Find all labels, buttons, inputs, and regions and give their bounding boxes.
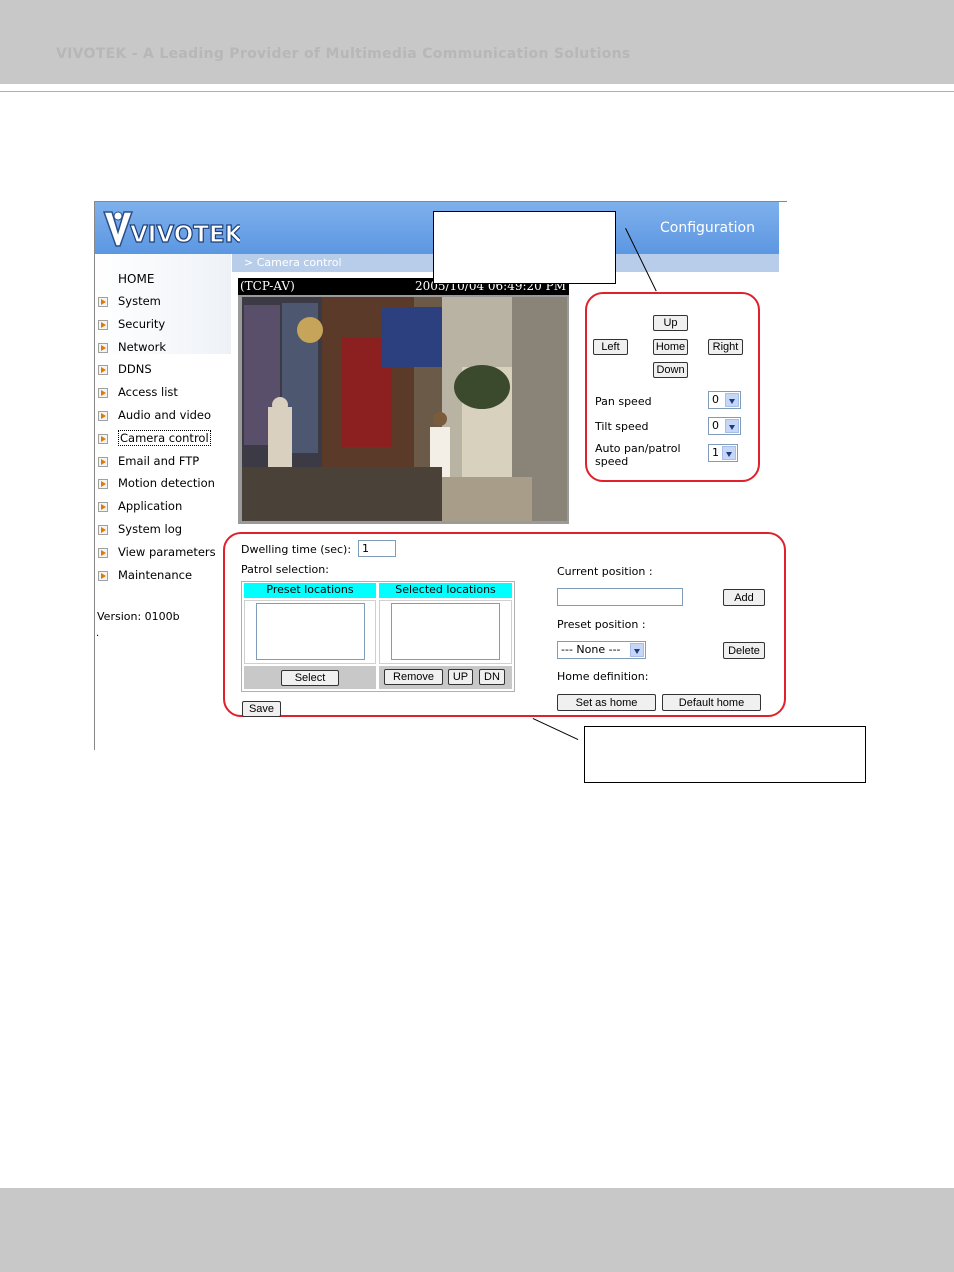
preset-locations-list[interactable] [256,603,365,660]
tilt-speed-select[interactable]: 0 [708,417,741,435]
annotation-callout-bottom [584,726,866,783]
tilt-down-button[interactable]: Down [653,362,688,378]
patrol-selection-label: Patrol selection: [241,563,329,576]
pan-speed-label: Pan speed [595,395,652,408]
remove-button[interactable]: Remove [384,669,443,685]
default-home-button[interactable]: Default home [662,694,761,711]
home-button[interactable]: Home [653,339,688,355]
arrow-right-icon [98,297,108,307]
pan-speed-value: 0 [712,393,719,406]
arrow-right-icon [98,365,108,376]
dwelling-time-label: Dwelling time (sec): [241,543,352,556]
arrow-right-icon [98,433,108,444]
arrow-right-icon [98,547,108,558]
delete-button[interactable]: Delete [723,642,765,659]
sidebar-item-label: Network [118,339,167,354]
chevron-down-icon [725,393,739,407]
sidebar-item-label: Audio and video [118,408,212,422]
tilt-speed-label: Tilt speed [595,420,649,433]
tilt-speed-value: 0 [712,419,719,432]
preset-position-label: Preset position : [557,618,646,631]
sidebar-dot: . [96,628,100,639]
tilt-up-button[interactable]: Up [653,315,688,331]
home-definition-label: Home definition: [557,670,649,683]
annotation-callout-top [433,211,616,284]
breadcrumb: > Camera control [244,256,342,269]
pan-left-button[interactable]: Left [593,339,628,355]
live-video-image [242,297,567,521]
arrow-right-icon [98,388,108,399]
page-header-bar [0,0,954,84]
app-title: Configuration [660,220,755,236]
chevron-down-icon [630,643,644,657]
version-text: Version: 0100b [97,610,180,623]
vivotek-logo: VIVOTEK [102,211,240,249]
current-position-input[interactable] [557,588,683,606]
current-position-label: Current position : [557,565,653,578]
auto-pan-speed-select[interactable]: 1 [708,444,738,462]
arrow-right-icon [98,570,108,581]
sidebar-item-label: DDNS [118,362,152,377]
arrow-right-icon [98,479,108,490]
sidebar-item-label: Application [118,499,183,514]
sidebar-item-label: Camera control [118,429,211,446]
auto-pan-speed-label-2: speed [595,455,629,468]
selected-locations-header: Selected locations [379,583,512,598]
preset-position-select[interactable]: --- None --- [557,641,646,659]
sidebar-item-label: Access list [118,385,178,400]
add-button[interactable]: Add [723,589,765,606]
sidebar-item-label: Maintenance [118,567,193,582]
page-header-text: VIVOTEK - A Leading Provider of Multimed… [56,46,631,62]
arrow-right-icon [98,342,108,353]
select-button[interactable]: Select [281,670,339,686]
arrow-right-icon [98,319,108,330]
dwelling-time-value: 1 [362,542,369,555]
sidebar-item-label: View parameters [118,544,216,559]
sidebar-item-label: System [118,294,161,308]
sidebar-item-label: Email and FTP [118,453,200,468]
arrow-right-icon [98,456,108,467]
sidebar-item-label: Security [118,316,166,331]
video-protocol: (TCP-AV) [240,279,295,293]
sidebar-item-label: System log [118,522,183,536]
preset-locations-header: Preset locations [244,583,376,598]
selected-locations-list[interactable] [391,603,500,660]
preset-position-value: --- None --- [561,643,621,656]
dwelling-time-input[interactable]: 1 [358,540,396,557]
sidebar-item-label: Motion detection [118,476,215,491]
chevron-down-icon [722,446,736,460]
sidebar-item-home[interactable]: HOME [118,272,154,286]
auto-pan-speed-value: 1 [712,446,719,459]
pan-right-button[interactable]: Right [708,339,743,355]
header-divider [0,91,954,92]
move-down-button[interactable]: DN [479,669,505,685]
auto-pan-speed-label-1: Auto pan/patrol [595,442,681,455]
arrow-right-icon [98,525,108,535]
page-footer-bar [0,1188,954,1272]
arrow-right-icon [98,411,108,421]
pan-speed-select[interactable]: 0 [708,391,741,409]
chevron-down-icon [725,419,739,433]
set-as-home-button[interactable]: Set as home [557,694,656,711]
annotation-pointer-bottom [532,718,579,741]
move-up-button[interactable]: UP [448,669,473,685]
save-button[interactable]: Save [242,701,281,717]
logo-text: VIVOTEK [130,222,240,248]
arrow-right-icon [98,502,108,513]
